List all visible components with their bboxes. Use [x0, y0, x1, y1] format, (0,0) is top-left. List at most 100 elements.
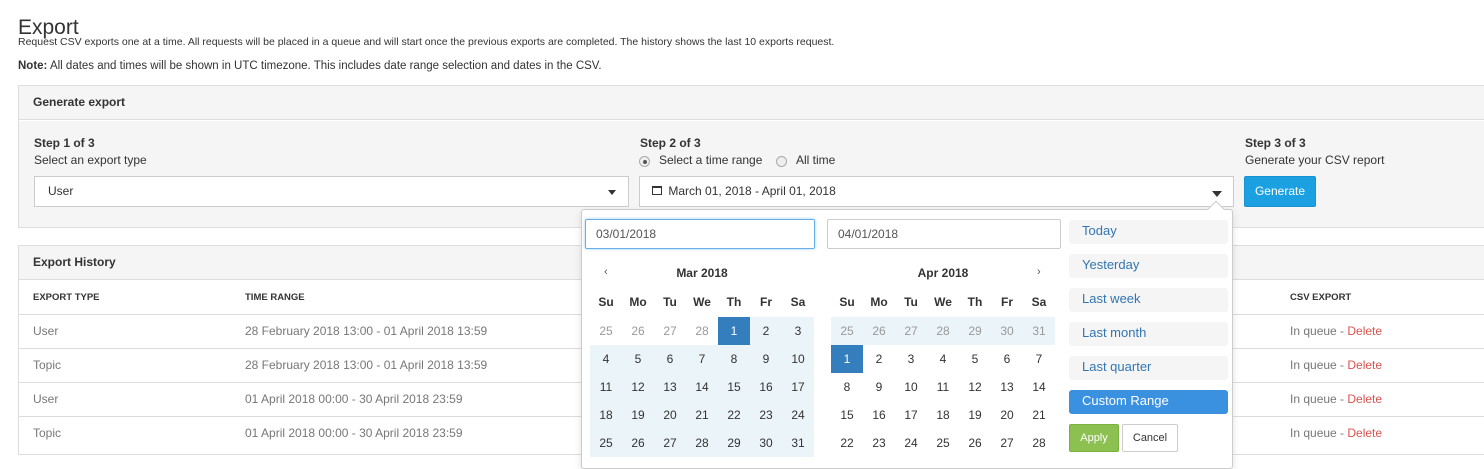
- calendar-day[interactable]: 3: [782, 317, 814, 345]
- calendar-day[interactable]: 20: [991, 401, 1023, 429]
- date-range-select[interactable]: March 01, 2018 - April 01, 2018: [639, 176, 1234, 207]
- calendar-day[interactable]: 10: [895, 373, 927, 401]
- calendar-day[interactable]: 13: [654, 373, 686, 401]
- calendar-day[interactable]: 7: [1023, 345, 1055, 373]
- calendar-day[interactable]: 21: [1023, 401, 1055, 429]
- right-month-title: Apr 2018: [917, 266, 969, 280]
- start-date-input[interactable]: 03/01/2018: [585, 219, 815, 249]
- calendar-day[interactable]: 19: [622, 401, 654, 429]
- delete-link[interactable]: Delete: [1347, 392, 1382, 406]
- calendar-day[interactable]: 10: [782, 345, 814, 373]
- calendar-day[interactable]: 25: [590, 317, 622, 345]
- calendar-day[interactable]: 8: [718, 345, 750, 373]
- preset-range-item[interactable]: Custom Range: [1069, 390, 1228, 414]
- preset-range-item[interactable]: Today: [1069, 220, 1228, 244]
- calendar-day[interactable]: 27: [895, 317, 927, 345]
- step3-subtitle: Generate your CSV report: [1245, 153, 1385, 167]
- calendar-day[interactable]: 14: [686, 373, 718, 401]
- calendar-day[interactable]: 26: [863, 317, 895, 345]
- radio-all-time-label[interactable]: All time: [796, 153, 835, 167]
- calendar-day[interactable]: 6: [654, 345, 686, 373]
- calendar-day[interactable]: 24: [895, 429, 927, 457]
- weekday-label: Mo: [870, 295, 888, 309]
- calendar-day[interactable]: 3: [895, 345, 927, 373]
- calendar-day[interactable]: 12: [622, 373, 654, 401]
- calendar-day[interactable]: 29: [718, 429, 750, 457]
- prev-month-icon[interactable]: ‹: [604, 266, 608, 278]
- radio-all-time[interactable]: [776, 156, 787, 167]
- calendar-day[interactable]: 22: [718, 401, 750, 429]
- calendar-day[interactable]: 25: [831, 317, 863, 345]
- calendar-day[interactable]: 13: [991, 373, 1023, 401]
- export-type-select[interactable]: User: [34, 176, 629, 207]
- calendar-day[interactable]: 4: [590, 345, 622, 373]
- calendar-day[interactable]: 6: [991, 345, 1023, 373]
- preset-range-item[interactable]: Last quarter: [1069, 356, 1228, 380]
- calendar-day[interactable]: 18: [590, 401, 622, 429]
- weekday-label: We: [934, 295, 952, 309]
- calendar-day[interactable]: 8: [831, 373, 863, 401]
- calendar-day[interactable]: 20: [654, 401, 686, 429]
- calendar-day[interactable]: 31: [782, 429, 814, 457]
- delete-link[interactable]: Delete: [1347, 358, 1382, 372]
- calendar-day[interactable]: 23: [863, 429, 895, 457]
- calendar-day[interactable]: 21: [686, 401, 718, 429]
- calendar-day[interactable]: 16: [750, 373, 782, 401]
- delete-link[interactable]: Delete: [1347, 426, 1382, 440]
- calendar-day[interactable]: 15: [718, 373, 750, 401]
- calendar-day[interactable]: 17: [782, 373, 814, 401]
- next-month-icon[interactable]: ›: [1037, 266, 1041, 278]
- calendar-day[interactable]: 23: [750, 401, 782, 429]
- calendar-day[interactable]: 24: [782, 401, 814, 429]
- calendar-day[interactable]: 7: [686, 345, 718, 373]
- weekday-label: Fr: [1001, 295, 1013, 309]
- calendar-day[interactable]: 28: [686, 317, 718, 345]
- preset-range-item[interactable]: Last week: [1069, 288, 1228, 312]
- calendar-day[interactable]: 19: [959, 401, 991, 429]
- calendar-day[interactable]: 11: [590, 373, 622, 401]
- calendar-day[interactable]: 29: [959, 317, 991, 345]
- calendar-day[interactable]: 2: [863, 345, 895, 373]
- calendar-day[interactable]: 28: [686, 429, 718, 457]
- calendar-day[interactable]: 31: [1023, 317, 1055, 345]
- preset-range-item[interactable]: Yesterday: [1069, 254, 1228, 278]
- calendar-day[interactable]: 30: [750, 429, 782, 457]
- calendar-day-selected[interactable]: 1: [718, 317, 750, 345]
- generate-button[interactable]: Generate: [1244, 176, 1316, 207]
- calendar-day[interactable]: 17: [895, 401, 927, 429]
- calendar-day[interactable]: 28: [927, 317, 959, 345]
- calendar-day[interactable]: 12: [959, 373, 991, 401]
- calendar-day[interactable]: 16: [863, 401, 895, 429]
- calendar-day[interactable]: 18: [927, 401, 959, 429]
- calendar-day[interactable]: 4: [927, 345, 959, 373]
- calendar-day[interactable]: 22: [831, 429, 863, 457]
- radio-time-range-label[interactable]: Select a time range: [659, 153, 762, 167]
- radio-time-range[interactable]: [639, 156, 650, 167]
- calendar-day[interactable]: 9: [863, 373, 895, 401]
- delete-link[interactable]: Delete: [1347, 324, 1382, 338]
- calendar-day[interactable]: 2: [750, 317, 782, 345]
- calendar-day[interactable]: 25: [590, 429, 622, 457]
- generate-export-heading: Generate export: [19, 86, 1484, 120]
- calendar-day[interactable]: 28: [1023, 429, 1055, 457]
- calendar-day-selected[interactable]: 1: [831, 345, 863, 373]
- note-text: Note: All dates and times will be shown …: [18, 60, 602, 72]
- calendar-day[interactable]: 25: [927, 429, 959, 457]
- step3-title: Step 3 of 3: [1245, 136, 1306, 150]
- calendar-day[interactable]: 27: [654, 317, 686, 345]
- calendar-day[interactable]: 14: [1023, 373, 1055, 401]
- calendar-day[interactable]: 15: [831, 401, 863, 429]
- end-date-input[interactable]: 04/01/2018: [827, 219, 1061, 249]
- preset-range-item[interactable]: Last month: [1069, 322, 1228, 346]
- calendar-day[interactable]: 9: [750, 345, 782, 373]
- calendar-day[interactable]: 26: [622, 429, 654, 457]
- cell-type: Topic: [33, 426, 62, 440]
- calendar-day[interactable]: 5: [959, 345, 991, 373]
- calendar-day[interactable]: 5: [622, 345, 654, 373]
- calendar-day[interactable]: 30: [991, 317, 1023, 345]
- calendar-day[interactable]: 26: [622, 317, 654, 345]
- calendar-day[interactable]: 27: [654, 429, 686, 457]
- calendar-day[interactable]: 11: [927, 373, 959, 401]
- calendar-day[interactable]: 27: [991, 429, 1023, 457]
- calendar-day[interactable]: 26: [959, 429, 991, 457]
